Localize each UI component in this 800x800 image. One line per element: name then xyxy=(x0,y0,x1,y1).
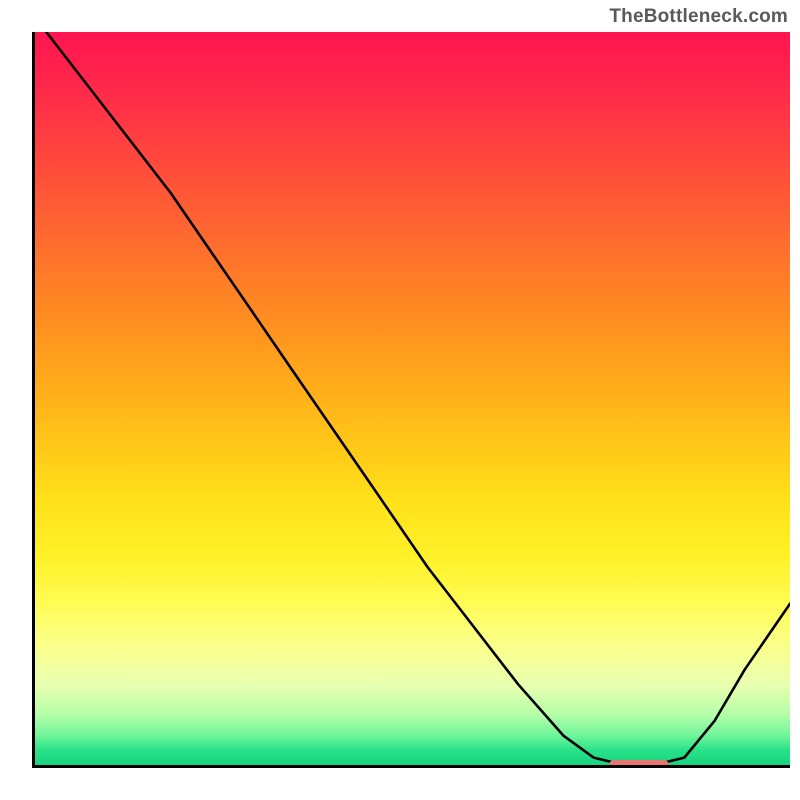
chart-frame: TheBottleneck.com xyxy=(0,0,800,800)
curve-polyline xyxy=(35,32,790,765)
optimum-marker xyxy=(609,760,669,768)
watermark-text: TheBottleneck.com xyxy=(609,6,788,28)
plot-area xyxy=(32,32,790,768)
line-curve xyxy=(35,32,790,765)
